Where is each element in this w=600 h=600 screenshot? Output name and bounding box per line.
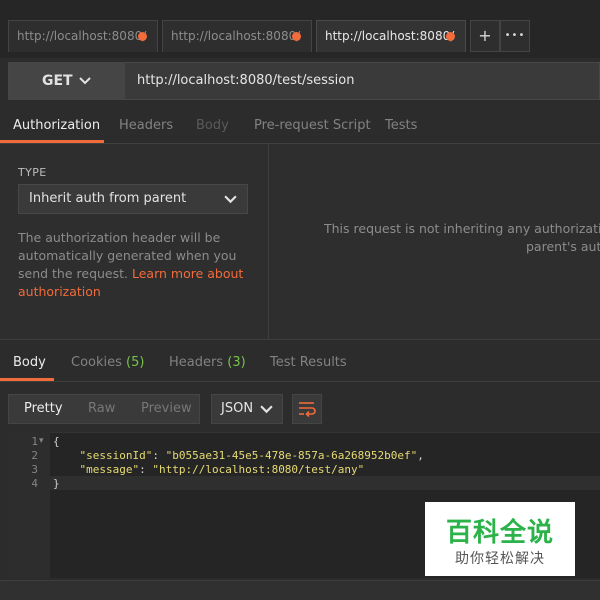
format-toggle-group: Pretty Raw Preview <box>8 394 200 424</box>
response-tab-body[interactable]: Body <box>13 346 46 380</box>
watermark-subtitle: 助你轻松解决 <box>455 551 545 567</box>
panel-divider <box>268 144 269 340</box>
auth-type-select[interactable]: Inherit auth from parent <box>18 184 248 214</box>
request-tab-3-active[interactable]: http://localhost:8080/ <box>316 20 466 52</box>
unsaved-dot-icon <box>292 32 301 41</box>
response-tab-label: Body <box>13 355 46 370</box>
tab-headers[interactable]: Headers <box>119 110 173 143</box>
watermark-logo: 百科全说 助你轻松解决 <box>425 502 575 576</box>
method-select[interactable]: GET <box>9 63 125 99</box>
close-brace: } <box>53 477 60 490</box>
request-bar: GET http://localhost:8080/test/session <box>8 62 600 100</box>
request-tab-1[interactable]: http://localhost:8080/ <box>8 20 158 52</box>
inherit-message: This request is not inheriting any autho… <box>324 220 600 256</box>
chevron-down-icon <box>260 405 273 414</box>
active-tab-indicator <box>0 140 104 143</box>
response-tabs: Body Cookies (5) Headers (3) Test Result… <box>0 346 600 380</box>
response-tab-cookies[interactable]: Cookies (5) <box>71 346 144 380</box>
chevron-down-icon <box>224 195 237 204</box>
tab-body[interactable]: Body <box>196 110 229 143</box>
wrap-lines-icon <box>299 402 316 418</box>
response-tab-label: Headers <box>169 355 224 370</box>
request-subtabs: Authorization Headers Body Pre-request S… <box>0 110 600 144</box>
line-number: 2 <box>31 449 38 462</box>
json-value: "b055ae31-45e5-478e-857a-6a268952b0ef" <box>165 449 418 462</box>
open-brace: { <box>53 435 60 448</box>
code-line-4: } <box>53 477 60 490</box>
plus-icon: + <box>478 26 492 45</box>
watermark-title: 百科全说 <box>445 518 554 548</box>
line-number: 4 <box>31 477 38 490</box>
auth-description: The authorization header will be automat… <box>18 229 258 301</box>
language-select[interactable]: JSON <box>211 394 283 424</box>
request-tab-label: http://localhost:8080/ <box>325 29 455 43</box>
unsaved-dot-icon <box>446 32 455 41</box>
json-key: "sessionId" <box>79 449 153 462</box>
language-value: JSON <box>221 401 254 416</box>
code-line-2: "sessionId": "b055ae31-45e5-478e-857a-6a… <box>79 449 424 462</box>
line-number: 3 <box>31 463 38 476</box>
unsaved-dot-icon <box>138 32 147 41</box>
request-tab-label: http://localhost:8080/ <box>171 29 301 43</box>
auth-type-label: TYPE <box>18 166 47 179</box>
fold-arrow-icon[interactable]: ▾ <box>39 436 44 446</box>
response-tab-label: Test Results <box>270 355 347 370</box>
request-tab-label: http://localhost:8080/ <box>17 29 147 43</box>
code-line-1: { <box>53 435 60 448</box>
new-tab-button[interactable]: + <box>470 20 500 52</box>
request-tab-2[interactable]: http://localhost:8080/ <box>162 20 312 52</box>
status-bar <box>0 580 600 600</box>
response-tab-test-results[interactable]: Test Results <box>270 346 347 380</box>
tab-pre-request-script[interactable]: Pre-request Script <box>254 110 371 143</box>
auth-type-value: Inherit auth from parent <box>29 191 187 206</box>
tab-authorization[interactable]: Authorization <box>13 110 100 143</box>
format-raw-button[interactable]: Raw <box>88 395 115 423</box>
method-label: GET <box>42 73 73 89</box>
headers-count: (3) <box>227 355 246 370</box>
format-pretty-button[interactable]: Pretty <box>24 395 63 423</box>
active-line-highlight <box>50 476 600 490</box>
inherit-message-line1: This request is not inheriting any autho… <box>324 221 600 236</box>
more-tabs-button[interactable]: ••• <box>500 20 530 52</box>
format-preview-button[interactable]: Preview <box>141 395 192 423</box>
response-tab-label: Cookies <box>71 355 122 370</box>
line-number: 1 <box>31 435 38 448</box>
response-tab-headers[interactable]: Headers (3) <box>169 346 246 380</box>
wrap-lines-button[interactable] <box>292 394 322 424</box>
url-input[interactable]: http://localhost:8080/test/session <box>137 63 355 99</box>
chevron-down-icon <box>79 77 91 85</box>
json-key: "message" <box>79 463 140 476</box>
json-value: "http://localhost:8080/test/any" <box>152 463 365 476</box>
ellipsis-icon: ••• <box>504 30 526 41</box>
tab-tests[interactable]: Tests <box>385 110 417 143</box>
response-separator <box>0 381 600 382</box>
code-line-3: "message": "http://localhost:8080/test/a… <box>79 463 365 476</box>
cookies-count: (5) <box>126 355 145 370</box>
inherit-message-line2: parent's auth <box>526 239 600 254</box>
